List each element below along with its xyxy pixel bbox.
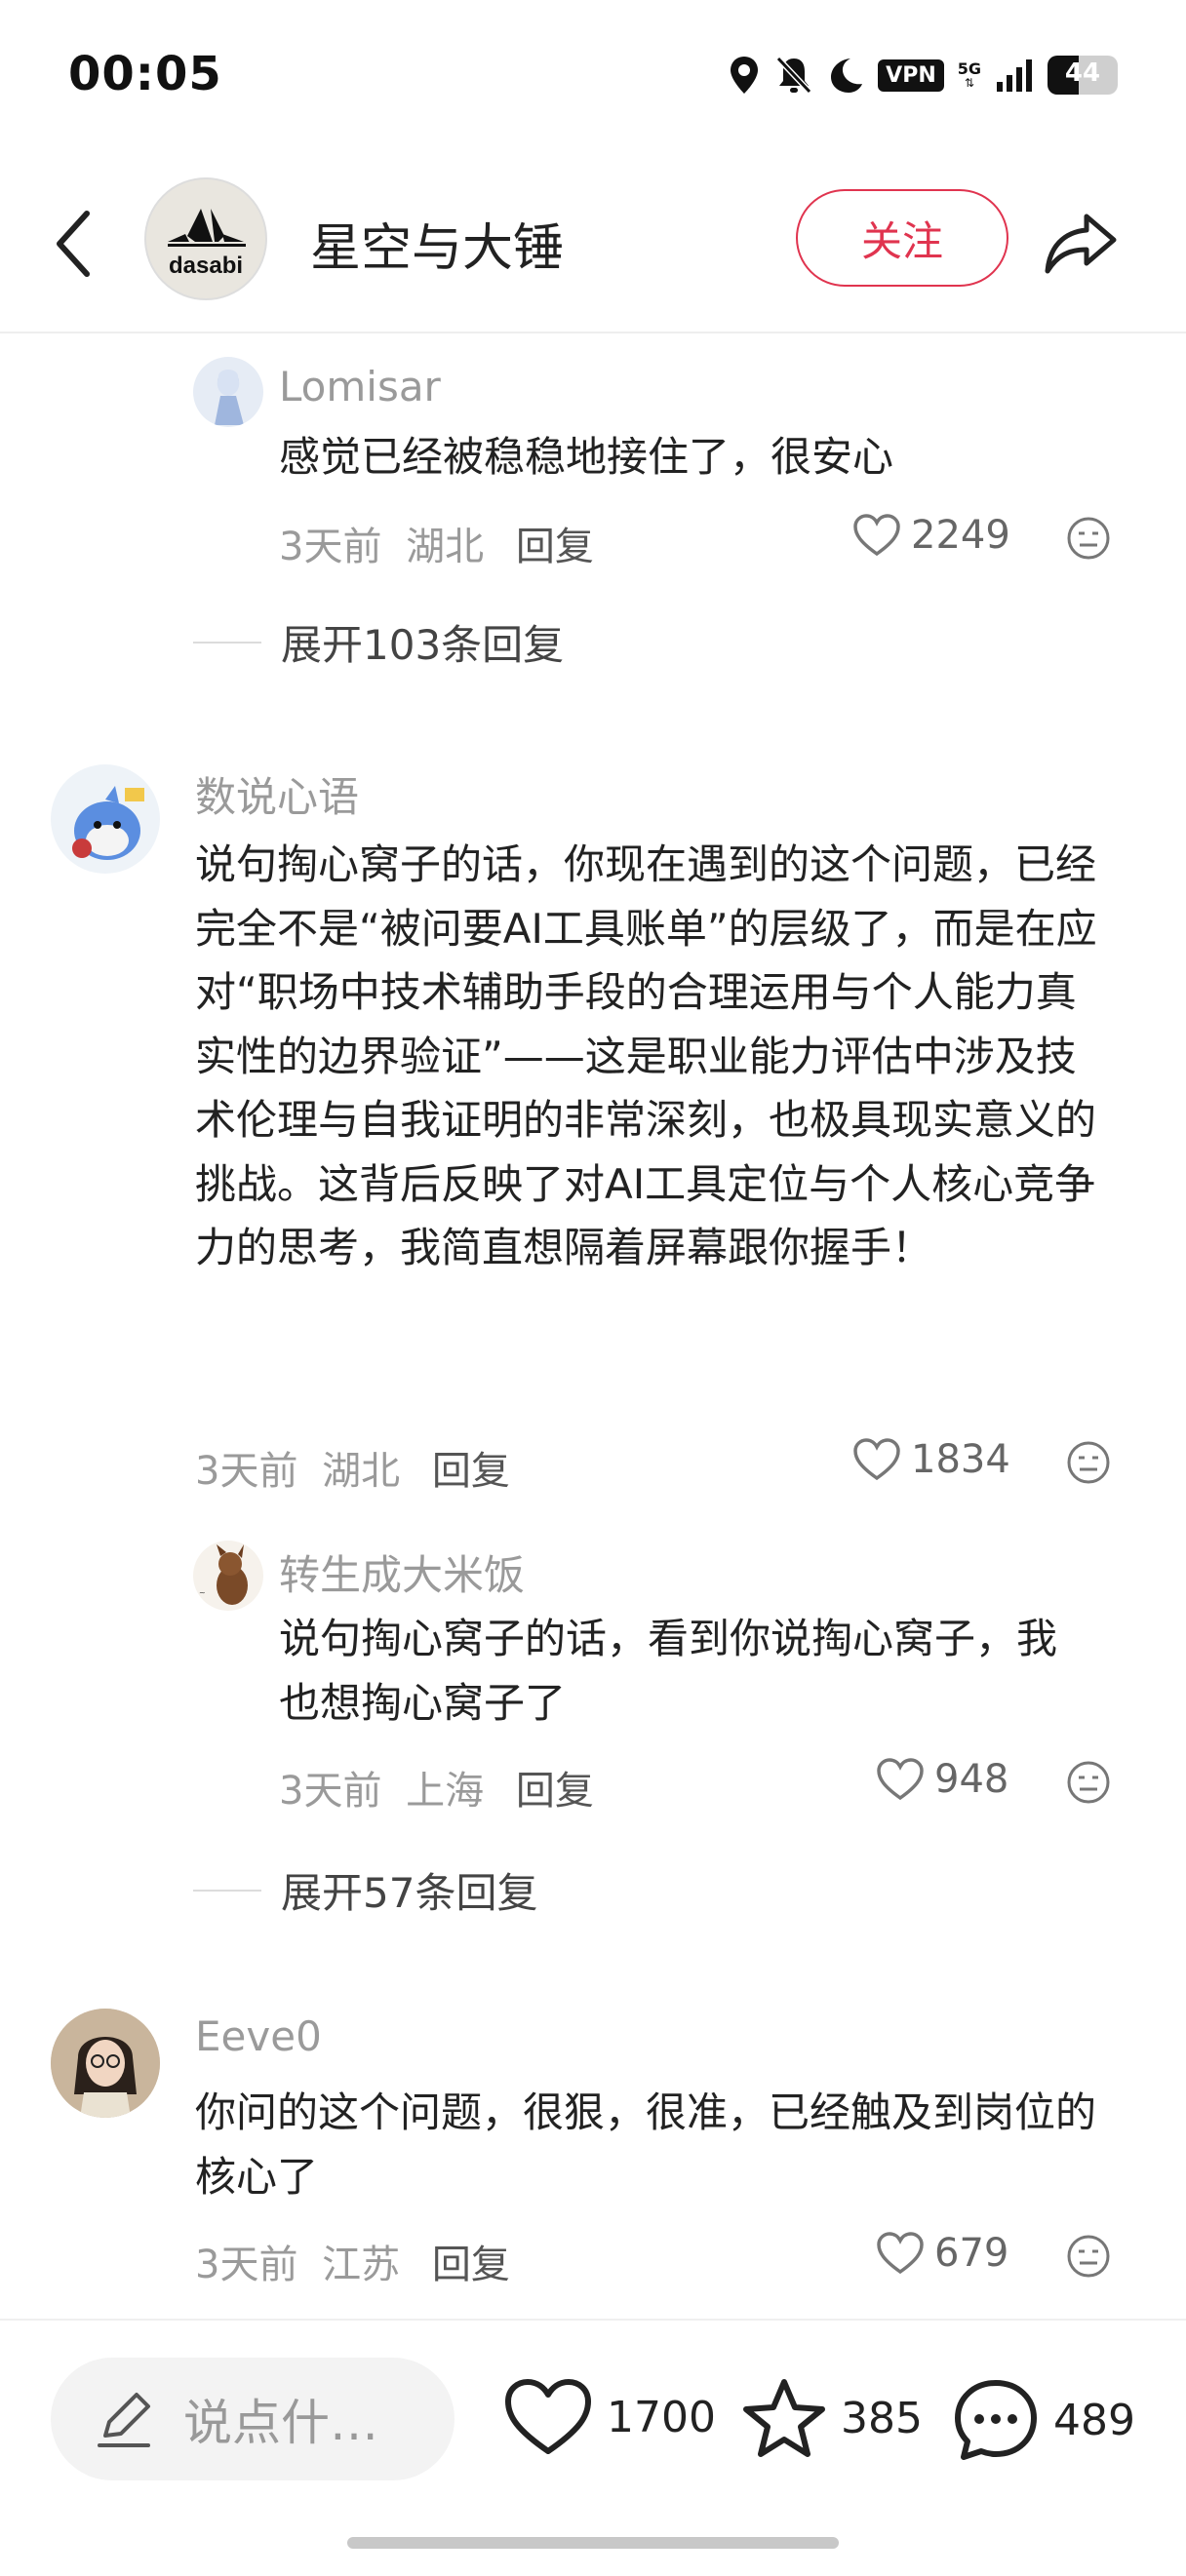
bell-off-icon (775, 56, 812, 95)
star-icon (743, 2379, 825, 2457)
share-button[interactable] (1042, 205, 1120, 283)
follow-button[interactable]: 关注 (796, 189, 1008, 287)
emoji-reaction-icon[interactable] (1065, 515, 1112, 562)
battery-body: 44 (1048, 56, 1118, 95)
avatar-logo-text: dasabi (169, 253, 243, 279)
commenter-avatar[interactable]: ~ (193, 1541, 263, 1611)
status-bar: 00:05 VPN 5G ⇅ 44 (0, 0, 1186, 146)
status-time: 00:05 (68, 47, 222, 101)
comment-meta: 3天前 湖北 回复 (279, 515, 594, 571)
expand-label: 展开57条回复 (281, 1869, 538, 1917)
expand-label: 展开103条回复 (281, 621, 565, 669)
battery-level: 44 (1064, 59, 1101, 88)
signal-icon (997, 59, 1032, 92)
post-comment-count: 489 (1053, 2395, 1135, 2445)
commenter-name[interactable]: 转生成大米饭 (279, 1542, 525, 1602)
comment-text: 说句掏心窝子的话，你现在遇到的这个问题，已经完全不是“被问要AI工具账单”的层级… (195, 840, 1097, 1271)
comment-text: 你问的这个问题，很狠，很准，已经触及到岗位的核心了 (195, 2088, 1097, 2201)
heart-icon (877, 1758, 924, 1801)
location-icon (731, 57, 759, 94)
heart-icon (853, 1438, 900, 1481)
commenter-name[interactable]: Eeve0 (195, 2012, 322, 2060)
comment-location: 湖北 (322, 1449, 401, 1494)
post-favorite-count: 385 (841, 2393, 923, 2443)
comment-meta: 3天前 江苏 回复 (195, 2233, 510, 2289)
expand-divider (193, 641, 261, 644)
comment-text: 感觉已经被稳稳地接住了，很安心 (279, 433, 894, 481)
like-count: 948 (934, 1757, 1009, 1802)
like-button[interactable]: 679 (876, 2231, 1008, 2276)
avatar-figure-icon (215, 370, 244, 425)
author-avatar[interactable]: dasabi (144, 177, 267, 300)
reply-button[interactable]: 回复 (516, 525, 594, 569)
header: dasabi 星空与大锤 关注 (0, 166, 1186, 333)
comment-time: 3天前 (279, 1769, 382, 1814)
post-like-button[interactable]: 1700 (503, 2377, 716, 2457)
status-icons: VPN 5G ⇅ 44 (728, 51, 1118, 99)
moon-icon (831, 59, 863, 93)
like-button[interactable]: 1834 (852, 1437, 1010, 1482)
expand-divider (193, 1889, 261, 1892)
commenter-avatar[interactable] (51, 764, 160, 874)
share-icon (1045, 214, 1117, 274)
comment-bubble-icon (955, 2380, 1037, 2460)
author-name[interactable]: 星空与大锤 (310, 207, 564, 280)
commenter-avatar[interactable] (51, 2009, 160, 2118)
comment-time: 3天前 (195, 1449, 298, 1494)
avatar-dog-icon: ~ (199, 1544, 248, 1605)
reply-button[interactable]: 回复 (432, 2243, 510, 2287)
commenter-name[interactable]: 数说心语 (195, 764, 359, 824)
emoji-reaction-icon[interactable] (1065, 2233, 1112, 2280)
svg-text:~: ~ (199, 1588, 206, 1597)
expand-replies-button[interactable]: 展开103条回复 (193, 612, 564, 672)
heart-icon (877, 2232, 924, 2275)
comment-input[interactable]: 说点什… (51, 2358, 455, 2480)
post-comment-button[interactable]: 489 (952, 2377, 1135, 2463)
chevron-left-icon (57, 211, 90, 277)
commenter-avatar[interactable] (193, 357, 263, 427)
network-type: 5G (957, 59, 981, 78)
pencil-icon (98, 2393, 150, 2447)
mobile-data: 5G ⇅ (957, 59, 981, 90)
emoji-reaction-icon[interactable] (1065, 1759, 1112, 1806)
comment-time: 3天前 (279, 525, 382, 569)
comment-input-placeholder: 说点什… (183, 2395, 378, 2451)
avatar-shark-icon (72, 786, 144, 860)
home-indicator[interactable] (347, 2537, 839, 2549)
like-button[interactable]: 2249 (852, 513, 1010, 558)
comment-text: 说句掏心窝子的话，看到你说掏心窝子，我也想掏心窝子了 (279, 1615, 1058, 1727)
comment-location: 上海 (406, 1769, 485, 1814)
heart-icon (853, 514, 900, 557)
heart-icon (505, 2379, 591, 2454)
back-button[interactable] (39, 195, 107, 293)
post-favorite-button[interactable]: 385 (741, 2377, 923, 2459)
comment-meta: 3天前 上海 回复 (279, 1759, 594, 1815)
like-count: 679 (934, 2231, 1009, 2276)
like-count: 2249 (911, 513, 1010, 558)
commenter-name[interactable]: Lomisar (279, 363, 441, 410)
avatar-person-icon (51, 2009, 160, 2118)
like-button[interactable]: 948 (876, 1757, 1008, 1802)
comment-location: 湖北 (406, 525, 485, 569)
reply-button[interactable]: 回复 (432, 1449, 510, 1494)
battery-icon: 44 (1048, 56, 1118, 95)
comment-meta: 3天前 湖北 回复 (195, 1439, 510, 1496)
emoji-reaction-icon[interactable] (1065, 1439, 1112, 1486)
adidas-logo-icon: dasabi (168, 209, 246, 279)
like-count: 1834 (911, 1437, 1010, 1482)
reply-button[interactable]: 回复 (516, 1769, 594, 1814)
expand-replies-button[interactable]: 展开57条回复 (193, 1860, 537, 1920)
vpn-icon: VPN (878, 59, 944, 92)
post-like-count: 1700 (607, 2392, 716, 2442)
data-arrows-icon: ⇅ (964, 76, 974, 90)
comment-time: 3天前 (195, 2243, 298, 2287)
comment-location: 江苏 (322, 2243, 401, 2287)
